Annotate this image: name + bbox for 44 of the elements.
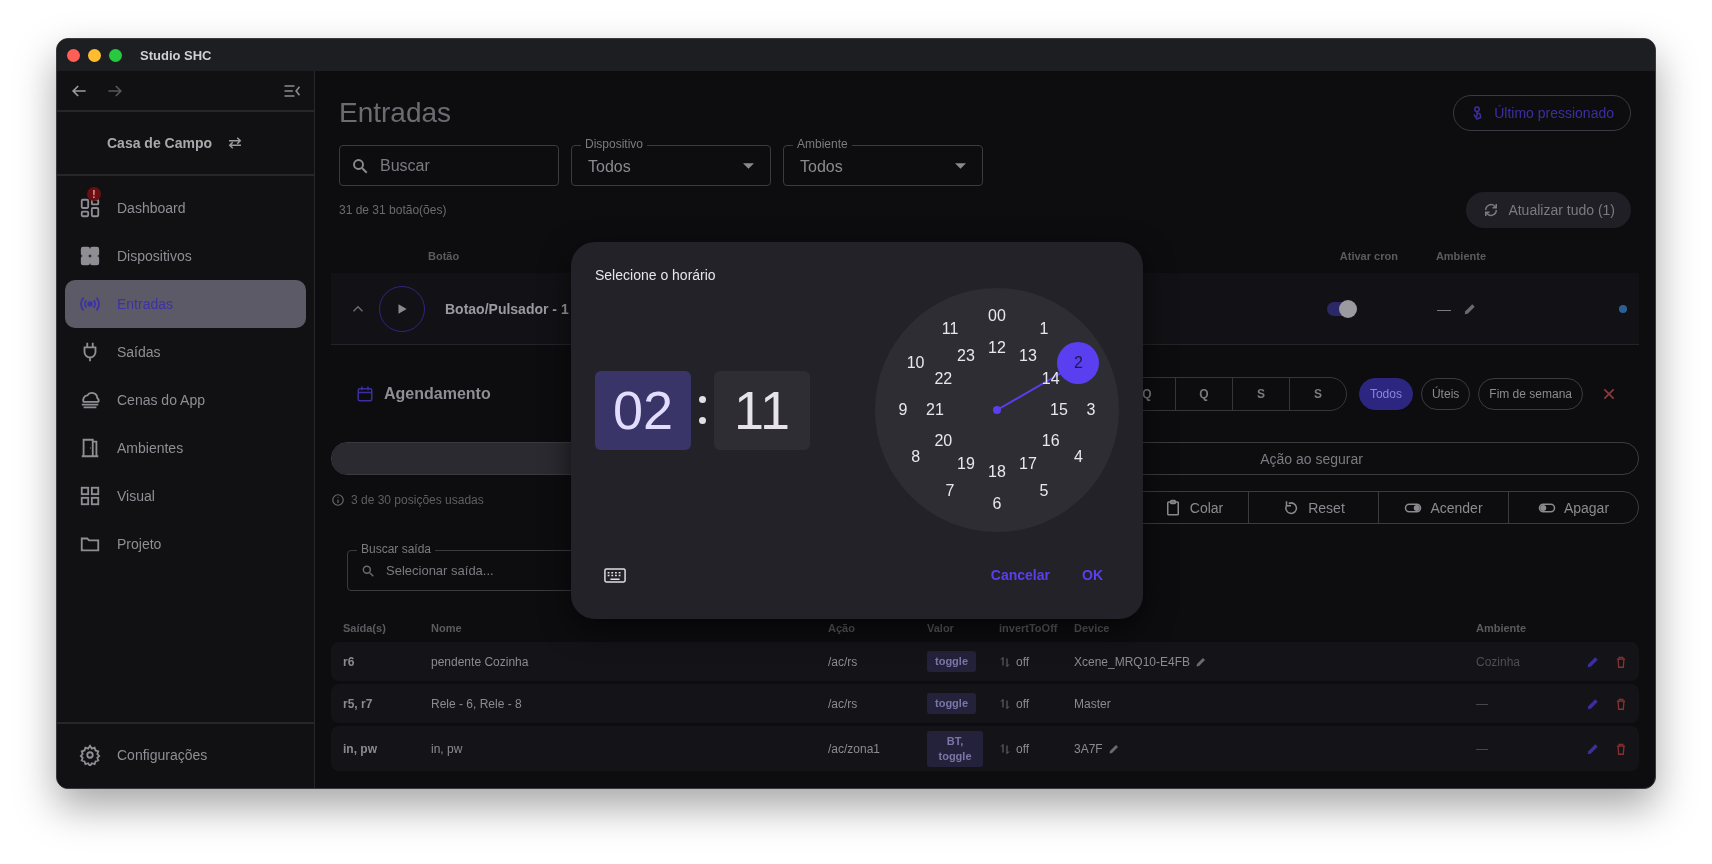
usage-text: 3 de 30 posições usadas [351,493,484,507]
window-title: Studio SHC [140,47,212,63]
column-header: Botão [428,250,460,262]
column-header: Ambiente [1435,250,1486,262]
input-name: Botao/Pulsador - 1 [445,300,569,317]
result-count: 31 de 31 botão(ões) [339,203,447,217]
table-cell: off [1016,696,1030,711]
table-cell-text: Rele - 6, Rele - 8 [431,696,523,711]
table-cell-text: /ac/rs [828,696,859,711]
table-cell: Master [1074,696,1111,711]
table-cell-text: — [1476,741,1489,756]
table-cell-text: in, pw [431,741,464,756]
alert-badge: ! [87,187,101,201]
section-title: Agendamento [384,385,491,403]
table-cell: Xcene_MRQ10-E4FB [1074,654,1191,669]
table-cell-text: r6 [343,654,356,669]
table-cell-text: pendente Cozinha [431,654,530,669]
column-header: Nome [431,622,463,634]
column-header: Device [1074,622,1111,634]
dialog-title: Selecione o horário [595,266,717,284]
table-cell-text: r5, r7 [343,696,374,711]
table-cell: off [1016,654,1030,669]
workspace-name: Casa de Campo [107,135,213,151]
column-header: Ativar cron [1339,250,1398,262]
field-label: Dispositivo [581,137,648,151]
value-tag: toggle [927,693,976,714]
table-cell: 3A7F [1074,741,1103,756]
value-tag: BT, toggle [927,730,983,767]
column-header: Valor [927,622,955,634]
table-cell-text: in, pw [343,741,378,756]
table-cell-text: Cozinha [1476,654,1522,669]
table-cell: off [1016,741,1030,756]
table-cell-text: /ac/zona1 [828,741,882,756]
column-header: Saída(s) [343,622,387,634]
field-label: Ambiente [793,137,852,151]
table-cell-text: — [1476,696,1489,711]
ambiente-value: — [1437,300,1451,317]
column-header: Ambiente [1476,622,1528,634]
page-title: Entradas [339,97,452,129]
field-label: Buscar saída [357,542,436,556]
table-cell-text: /ac/rs [828,654,859,669]
value-tag: toggle [927,651,976,672]
column-header: invertToOff [999,622,1059,634]
column-header: Ação [828,622,856,634]
